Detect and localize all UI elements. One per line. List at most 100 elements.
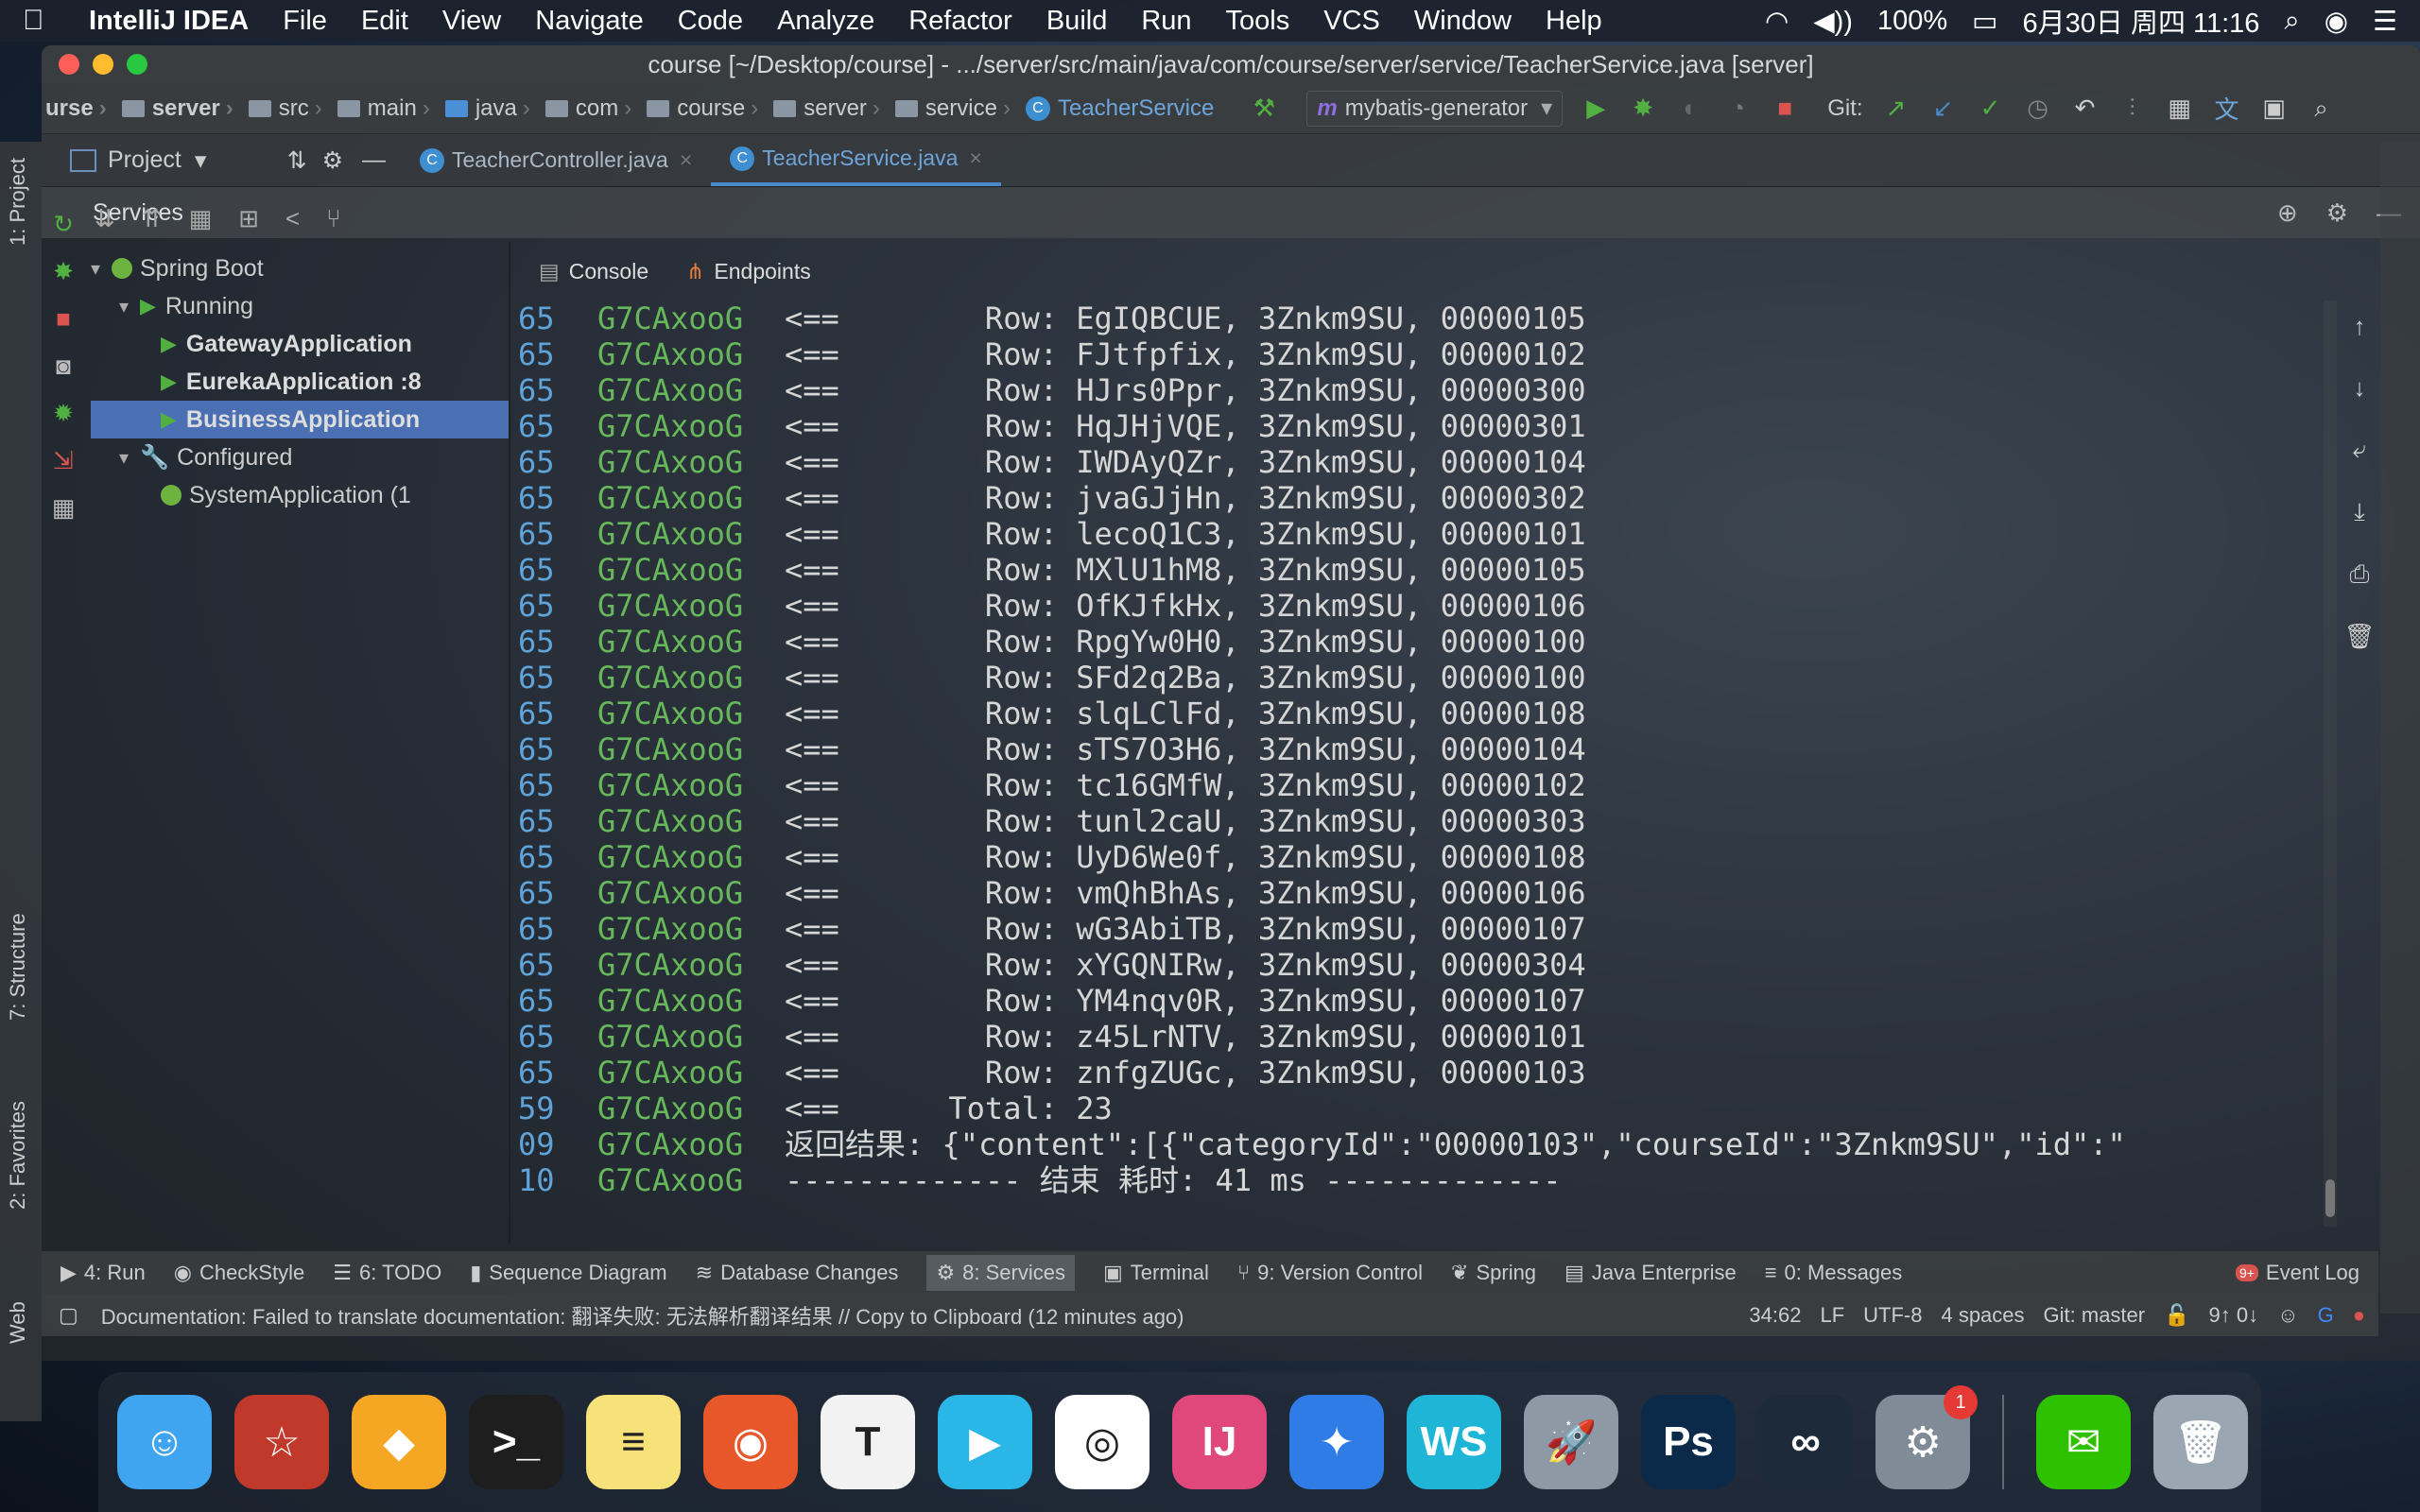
vcs-counts[interactable]: 9↑ 0↓ <box>2209 1303 2259 1328</box>
group-by-icon[interactable]: ▦ <box>189 204 213 233</box>
profile-icon[interactable]: ◔ <box>1723 94 1752 123</box>
stop-icon[interactable]: ■ <box>47 302 79 335</box>
git-branch[interactable]: Git: master <box>2044 1303 2146 1328</box>
breadcrumb-main[interactable]: main › <box>337 95 438 122</box>
indent-setting[interactable]: 4 spaces <box>1941 1303 2024 1328</box>
scrollbar-thumb[interactable] <box>2325 1179 2335 1217</box>
tool-web[interactable]: Web <box>6 1301 30 1344</box>
collapse-icon[interactable]: ⇅ <box>287 146 307 175</box>
tool-window-version-control[interactable]: ⑂ 9: Version Control <box>1237 1261 1423 1285</box>
expand-all-icon[interactable]: ⇊ <box>95 204 115 233</box>
siri-icon[interactable]: ◉ <box>2325 5 2348 38</box>
debug-settings-icon[interactable]: ✹ <box>47 397 79 429</box>
translate-icon[interactable]: 文 <box>2213 94 2241 124</box>
tree-node-gateway[interactable]: ▶ GatewayApplication <box>91 325 509 363</box>
battery-icon[interactable]: ▭ <box>1972 5 1997 38</box>
tab-endpoints[interactable]: ⋔ Endpoints <box>686 259 811 284</box>
menu-help[interactable]: Help <box>1546 6 1602 37</box>
event-log-button[interactable]: 9+ Event Log <box>2235 1261 2360 1285</box>
line-separator[interactable]: LF <box>1820 1303 1844 1328</box>
trash-icon[interactable]: 🗑 <box>2153 1395 2248 1489</box>
hide-icon[interactable]: — <box>362 146 386 174</box>
breadcrumb-teacherservice[interactable]: C TeacherService <box>1025 95 1214 122</box>
breadcrumb-service[interactable]: service › <box>894 95 1018 122</box>
caret-position[interactable]: 34:62 <box>1749 1303 1801 1328</box>
coverage-icon[interactable]: ◐ <box>1676 94 1704 123</box>
breadcrumb-server[interactable]: server › <box>121 95 241 122</box>
breadcrumb-java[interactable]: java › <box>444 95 538 122</box>
soft-wrap-icon[interactable]: ⤶ <box>2353 435 2367 465</box>
tool-window-todo[interactable]: ☰ 6: TODO <box>333 1261 441 1285</box>
history-icon[interactable]: ◷ <box>2024 94 2052 123</box>
presentation-icon[interactable]: ▣ <box>2260 94 2289 123</box>
notes-icon[interactable]: ≡ <box>586 1395 681 1489</box>
stop-icon[interactable]: ■ <box>1771 94 1799 123</box>
panel-divider[interactable] <box>509 242 510 1244</box>
chrome-icon[interactable]: ◎ <box>1055 1395 1150 1489</box>
webstorm-icon[interactable]: WS <box>1407 1395 1501 1489</box>
menu-tools[interactable]: Tools <box>1226 6 1290 37</box>
project-structure-icon[interactable]: ▦ <box>2166 94 2194 123</box>
tool-window-services[interactable]: ⚙ 8: Services <box>926 1255 1075 1291</box>
tool-window-messages[interactable]: ≡ 0: Messages <box>1765 1261 1903 1285</box>
crosshair-icon[interactable]: ⊕ <box>2277 198 2298 228</box>
finder-icon[interactable]: ☺ <box>117 1395 212 1489</box>
tree-node-running[interactable]: ▾ ▶ Running <box>91 287 509 325</box>
inspector-icon[interactable]: ☺ <box>2277 1303 2298 1328</box>
breadcrumb-src[interactable]: src › <box>248 95 330 122</box>
scroll-down-icon[interactable]: ↓ <box>2354 373 2366 403</box>
scroll-up-icon[interactable]: ↑ <box>2354 312 2366 341</box>
run-icon[interactable]: ▶ <box>1582 94 1610 123</box>
star-app-icon[interactable]: ☆ <box>234 1395 329 1489</box>
run-configuration-select[interactable]: m mybatis-generator ▾ <box>1306 90 1564 127</box>
collapse-all-icon[interactable]: ⇈ <box>142 204 163 233</box>
firefox-icon[interactable]: ◉ <box>703 1395 798 1489</box>
add-service-icon[interactable]: ⊞ <box>238 204 259 233</box>
video-player-icon[interactable]: ▶ <box>938 1395 1032 1489</box>
tree-node-business[interactable]: ▶ BusinessApplication <box>91 401 509 438</box>
layout-icon[interactable]: ▦ <box>47 491 79 524</box>
close-tab-icon[interactable]: × <box>969 146 981 171</box>
breadcrumb-course[interactable]: course › <box>647 95 766 122</box>
toggle-panels-icon[interactable]: ▢ <box>59 1303 78 1328</box>
sketch-icon[interactable]: ◆ <box>352 1395 446 1489</box>
intellij-icon[interactable]: IJ <box>1172 1395 1267 1489</box>
file-encoding[interactable]: UTF-8 <box>1863 1303 1922 1328</box>
tool-favorites[interactable]: 2: Favorites <box>6 1101 30 1210</box>
menu-vcs[interactable]: VCS <box>1323 6 1380 37</box>
safari-icon[interactable]: ✦ <box>1289 1395 1384 1489</box>
photoshop-icon[interactable]: Ps <box>1641 1395 1736 1489</box>
breadcrumb-project[interactable]: urse › <box>45 95 114 122</box>
nuts-app-icon[interactable]: ∞ <box>1758 1395 1853 1489</box>
share-icon[interactable]: < <box>285 204 300 233</box>
google-icon[interactable]: G <box>2318 1303 2334 1328</box>
menu-navigate[interactable]: Navigate <box>535 6 643 37</box>
gear-icon[interactable]: ⚙ <box>2326 198 2348 228</box>
tool-window-terminal[interactable]: ▣ Terminal <box>1103 1261 1209 1285</box>
print-icon[interactable]: ⎙ <box>2350 559 2370 590</box>
tool-window-checkstyle[interactable]: ◉ CheckStyle <box>174 1261 304 1285</box>
menu-run[interactable]: Run <box>1141 6 1191 37</box>
console-scrollbar[interactable] <box>2324 301 2337 1227</box>
tool-window-java-enterprise[interactable]: ▤ Java Enterprise <box>1564 1261 1737 1285</box>
tool-project[interactable]: 1: Project <box>6 158 30 246</box>
exit-icon[interactable]: ⇲ <box>47 444 79 476</box>
trash-icon[interactable]: 🗑 <box>2343 622 2375 651</box>
status-message[interactable]: Documentation: Failed to translate docum… <box>101 1300 1184 1331</box>
tree-node-system[interactable]: SystemApplication (1 <box>91 476 509 514</box>
tool-window-database-changes[interactable]: ≋ Database Changes <box>696 1261 899 1285</box>
project-view-selector[interactable]: Project ▾ ⇅ ⚙ — <box>42 134 401 186</box>
structure-icon[interactable]: ⫶ <box>2118 94 2147 123</box>
search-icon[interactable]: ⌕ <box>2308 94 2336 123</box>
revert-icon[interactable]: ↶ <box>2071 94 2100 123</box>
system-preferences-icon[interactable]: ⚙ 1 <box>1876 1385 1978 1489</box>
tree-node-eureka[interactable]: ▶ EurekaApplication :8 <box>91 363 509 401</box>
menu-code[interactable]: Code <box>678 6 743 37</box>
clock[interactable]: 6月30日 周四 11:16 <box>2023 1 2260 41</box>
wifi-icon[interactable]: ◠ <box>1765 5 1789 38</box>
lock-icon[interactable]: 🔓 <box>2164 1303 2189 1328</box>
git-fetch-icon[interactable]: ↙ <box>1929 94 1958 123</box>
tab-teacherservice[interactable]: C TeacherService.java × <box>711 134 1001 186</box>
git-commit-icon[interactable]: ✓ <box>1977 94 2005 123</box>
gear-icon[interactable]: ⚙ <box>322 146 343 175</box>
